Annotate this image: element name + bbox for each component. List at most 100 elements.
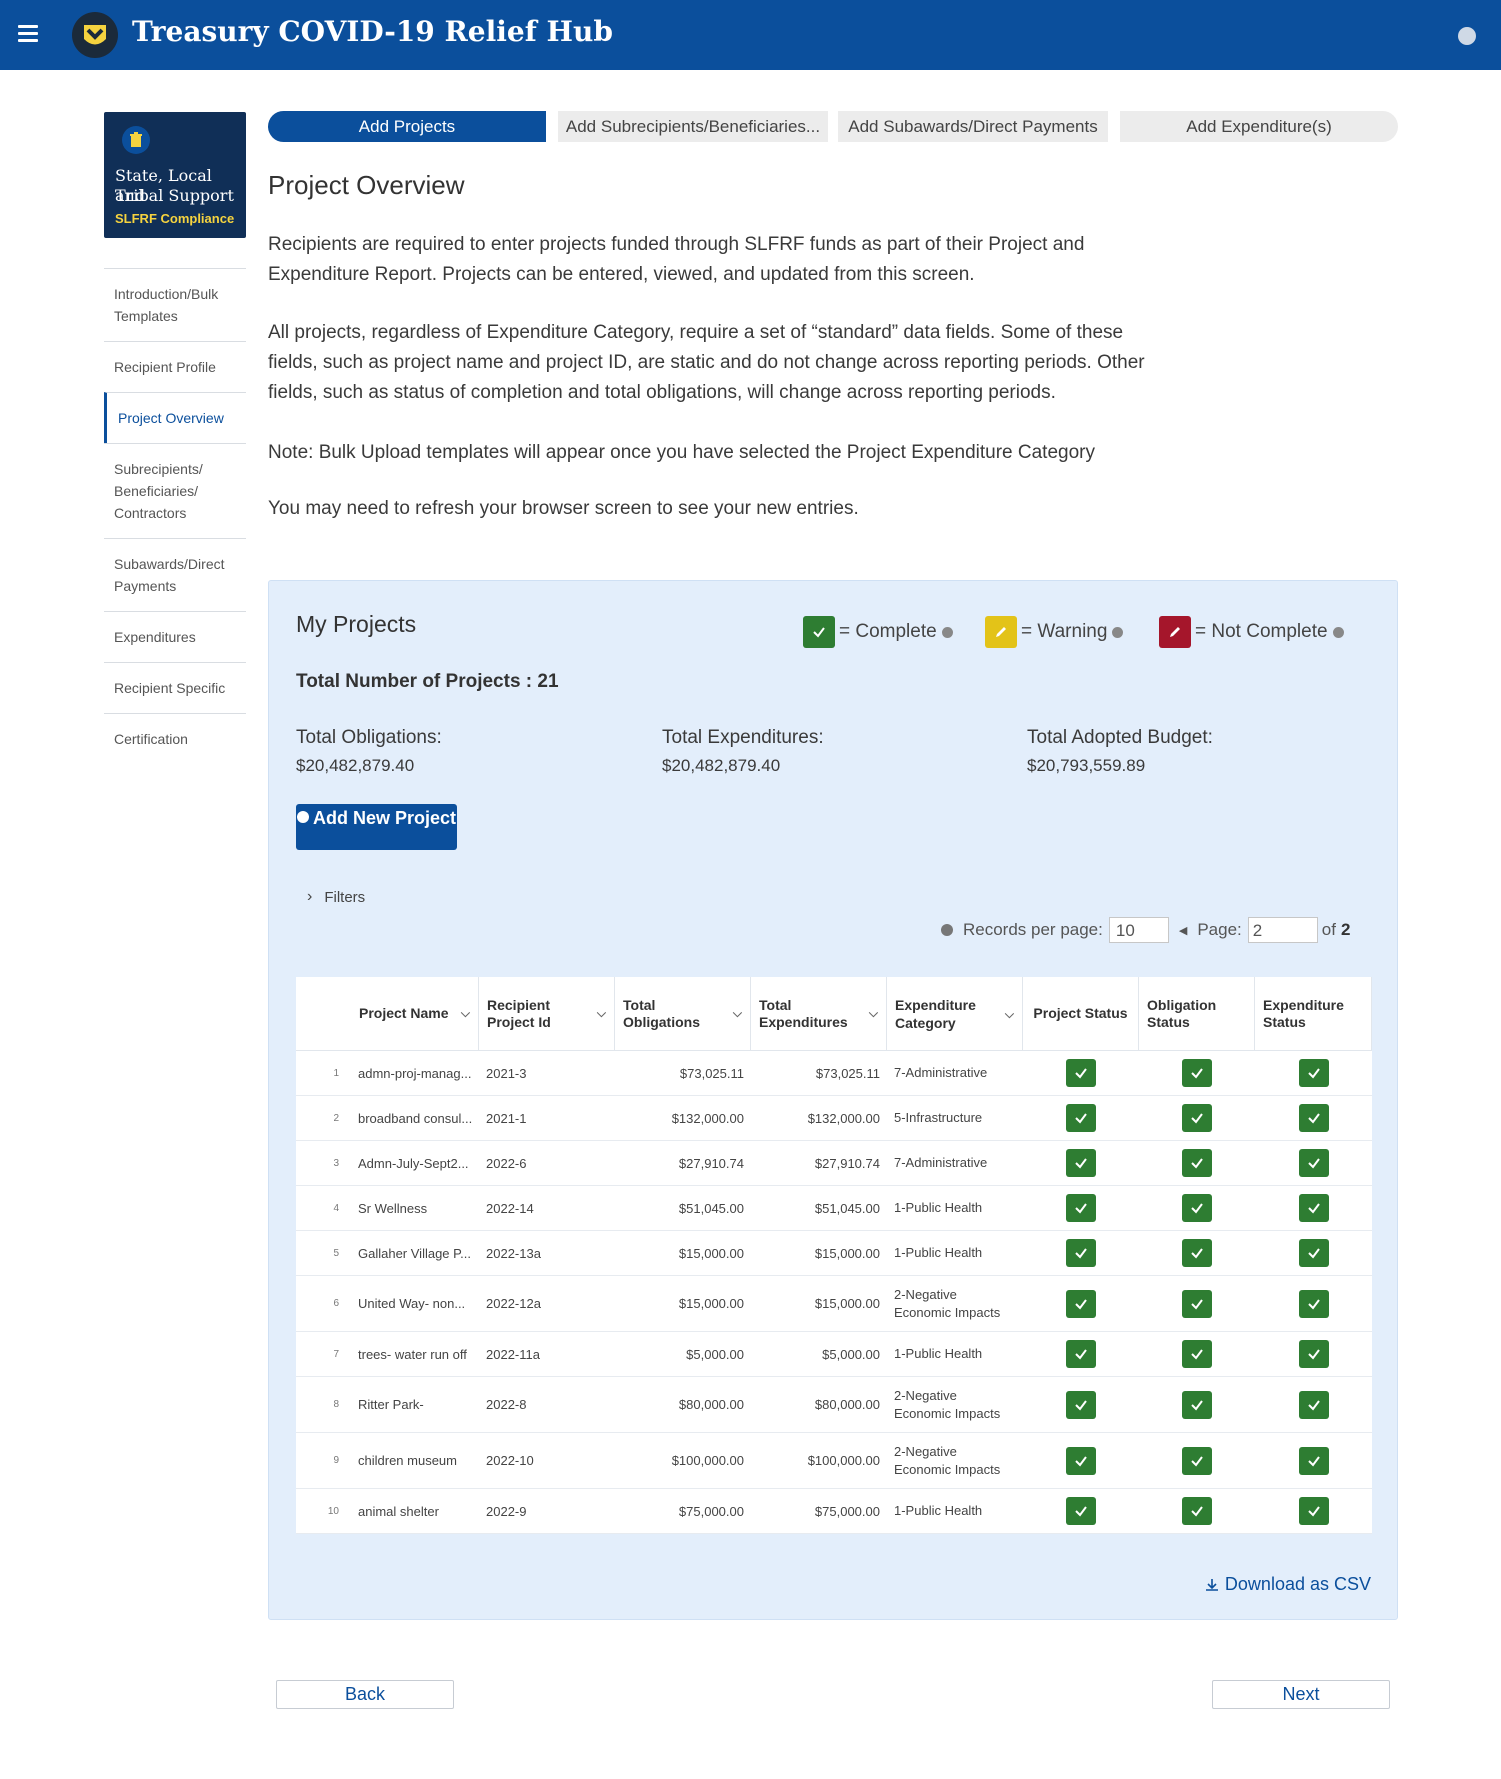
caret-left-icon[interactable]: ◀ xyxy=(1179,924,1187,937)
hamburger-menu-icon[interactable] xyxy=(18,25,38,43)
sidebar-item-recipient-specific[interactable]: Recipient Specific xyxy=(104,662,246,713)
records-per-page-select[interactable]: 10 xyxy=(1108,917,1169,943)
table-row[interactable]: 5 Gallaher Village P... 2022-13a $15,000.00… xyxy=(296,1231,1372,1276)
column-header-total-expenditures[interactable]: Total Expenditures ⌵ xyxy=(751,977,887,1050)
check-icon[interactable] xyxy=(1298,1239,1329,1267)
project-name-cell[interactable]: trees- water run off xyxy=(351,1332,479,1376)
column-header-obligation-status: Obligation Status xyxy=(1139,977,1255,1050)
check-icon[interactable] xyxy=(1298,1194,1329,1222)
next-button[interactable]: Next xyxy=(1212,1680,1390,1709)
table-row[interactable]: 2 broadband consul... 2021-1 $132,000.00 $13… xyxy=(296,1096,1372,1141)
expenditures-cell: $75,000.00 xyxy=(814,1503,880,1519)
category-cell: 7-Administrative xyxy=(894,1155,988,1170)
info-icon[interactable] xyxy=(941,924,953,936)
project-name-cell[interactable]: animal shelter xyxy=(351,1489,479,1533)
pencil-icon xyxy=(985,616,1017,648)
check-icon[interactable] xyxy=(1066,1340,1096,1368)
page-input[interactable]: 2 xyxy=(1247,917,1318,943)
check-icon[interactable] xyxy=(1066,1149,1096,1177)
expenditures-cell: $132,000.00 xyxy=(807,1110,880,1126)
check-icon[interactable] xyxy=(1182,1497,1212,1525)
project-name-cell[interactable]: Admn-July-Sept2... xyxy=(351,1141,479,1185)
category-cell: 7-Administrative xyxy=(894,1065,988,1080)
total-projects-count: Total Number of Projects : 21 xyxy=(296,671,559,692)
column-header-project-name[interactable]: Project Name ⌵ xyxy=(351,977,479,1050)
table-row[interactable]: 3 Admn-July-Sept2... 2022-6 $27,910.74 $27,9… xyxy=(296,1141,1372,1186)
project-name-cell[interactable]: United Way- non... xyxy=(351,1276,479,1331)
brand-subtitle: SLFRF Compliance xyxy=(115,211,235,226)
check-icon[interactable] xyxy=(1298,1390,1329,1419)
plus-circle-icon xyxy=(296,811,309,823)
sidebar-item-expenditures[interactable]: Expenditures xyxy=(104,611,246,662)
check-icon[interactable] xyxy=(1182,1289,1212,1318)
sidebar-item-subrecipients[interactable]: Subrecipients/ Beneficiaries/ Contractor… xyxy=(104,443,246,538)
check-icon[interactable] xyxy=(1298,1059,1329,1087)
column-header-recipient-id[interactable]: Recipient Project Id ⌵ xyxy=(479,977,615,1050)
project-name-cell[interactable]: Sr Wellness xyxy=(351,1186,479,1230)
category-cell: 2-Negative Economic Impacts xyxy=(894,1387,1001,1421)
back-button[interactable]: Back xyxy=(276,1680,454,1709)
info-icon[interactable] xyxy=(941,626,953,638)
check-icon[interactable] xyxy=(1066,1289,1096,1318)
info-icon[interactable] xyxy=(1332,626,1344,638)
table-row[interactable]: 8 Ritter Park- 2022-8 $80,000.00 $80,000.00 2… xyxy=(296,1377,1372,1433)
info-icon[interactable] xyxy=(1112,626,1124,638)
project-name-cell[interactable]: broadband consul... xyxy=(351,1096,479,1140)
project-name-cell[interactable]: Gallaher Village P... xyxy=(351,1231,479,1275)
project-name-cell[interactable]: Ritter Park- xyxy=(351,1377,479,1432)
download-csv-link[interactable]: Download as CSV xyxy=(1205,1574,1371,1595)
column-header-total-obligations[interactable]: Total Obligations ⌵ xyxy=(615,977,751,1050)
sidebar-item-introduction[interactable]: Introduction/Bulk Templates xyxy=(104,268,246,341)
table-row[interactable]: 9 children museum 2022-10 $100,000.00 $100,0… xyxy=(296,1433,1372,1489)
check-icon[interactable] xyxy=(1066,1059,1096,1087)
check-icon[interactable] xyxy=(1298,1149,1329,1177)
check-icon[interactable] xyxy=(1066,1104,1096,1132)
obligations-cell: $75,000.00 xyxy=(678,1503,744,1519)
table-row[interactable]: 10 animal shelter 2022-9 $75,000.00 $75,000.… xyxy=(296,1489,1372,1534)
check-icon[interactable] xyxy=(1182,1390,1212,1419)
user-account-icon[interactable] xyxy=(1458,27,1476,45)
expenditure-status-cell xyxy=(1255,1051,1372,1095)
tab-add-projects[interactable]: Add Projects xyxy=(268,111,546,142)
check-icon[interactable] xyxy=(1182,1194,1212,1222)
check-icon[interactable] xyxy=(1298,1289,1329,1318)
check-icon[interactable] xyxy=(1066,1390,1096,1419)
check-icon[interactable] xyxy=(1182,1340,1212,1368)
add-new-project-button[interactable]: Add New Project xyxy=(296,804,457,850)
recipient-id-cell: 2022-13a xyxy=(486,1245,541,1261)
project-name-cell[interactable]: children museum xyxy=(351,1433,479,1488)
tab-add-subawards[interactable]: Add Subawards/Direct Payments xyxy=(838,111,1108,142)
table-body: 1 admn-proj-manag... 2021-3 $73,025.11 $73,0… xyxy=(296,1051,1372,1534)
check-icon[interactable] xyxy=(1182,1059,1212,1087)
table-row[interactable]: 4 Sr Wellness 2022-14 $51,045.00 $51,045.00 1… xyxy=(296,1186,1372,1231)
check-icon[interactable] xyxy=(1298,1340,1329,1368)
check-icon[interactable] xyxy=(1298,1497,1329,1525)
table-row[interactable]: 6 United Way- non... 2022-12a $15,000.00 $15… xyxy=(296,1276,1372,1332)
project-name-cell[interactable]: admn-proj-manag... xyxy=(351,1051,479,1095)
check-icon[interactable] xyxy=(1182,1239,1212,1267)
sidebar-item-project-overview[interactable]: Project Overview xyxy=(104,392,246,443)
filters-toggle[interactable]: › Filters xyxy=(307,888,365,906)
check-icon[interactable] xyxy=(1066,1194,1096,1222)
table-row[interactable]: 7 trees- water run off 2022-11a $5,000.00 $5… xyxy=(296,1332,1372,1377)
check-icon[interactable] xyxy=(1066,1239,1096,1267)
check-icon[interactable] xyxy=(1298,1104,1329,1132)
check-icon[interactable] xyxy=(1182,1446,1212,1475)
check-icon[interactable] xyxy=(1182,1104,1212,1132)
table-row[interactable]: 1 admn-proj-manag... 2021-3 $73,025.11 $73,0… xyxy=(296,1051,1372,1096)
check-icon[interactable] xyxy=(1182,1149,1212,1177)
recipient-id-cell: 2022-6 xyxy=(486,1155,527,1171)
check-icon[interactable] xyxy=(1066,1446,1096,1475)
total-expenditures-value: $20,482,879.40 xyxy=(662,756,781,775)
chevron-down-icon: ⌵ xyxy=(868,1006,878,1020)
check-icon[interactable] xyxy=(1066,1497,1096,1525)
tab-add-expenditures[interactable]: Add Expenditure(s) xyxy=(1120,111,1398,142)
check-icon[interactable] xyxy=(1298,1446,1329,1475)
sidebar-item-certification[interactable]: Certification xyxy=(104,713,246,764)
sidebar-item-recipient-profile[interactable]: Recipient Profile xyxy=(104,341,246,392)
column-header-expenditure-category[interactable]: Expenditure Category ⌵ xyxy=(887,977,1023,1050)
sidebar-item-subawards[interactable]: Subawards/Direct Payments xyxy=(104,538,246,611)
expenditure-status-cell xyxy=(1255,1186,1372,1230)
add-new-project-label: Add New Project xyxy=(312,808,457,828)
tab-add-subrecipients[interactable]: Add Subrecipients/Beneficiaries... xyxy=(558,111,828,142)
